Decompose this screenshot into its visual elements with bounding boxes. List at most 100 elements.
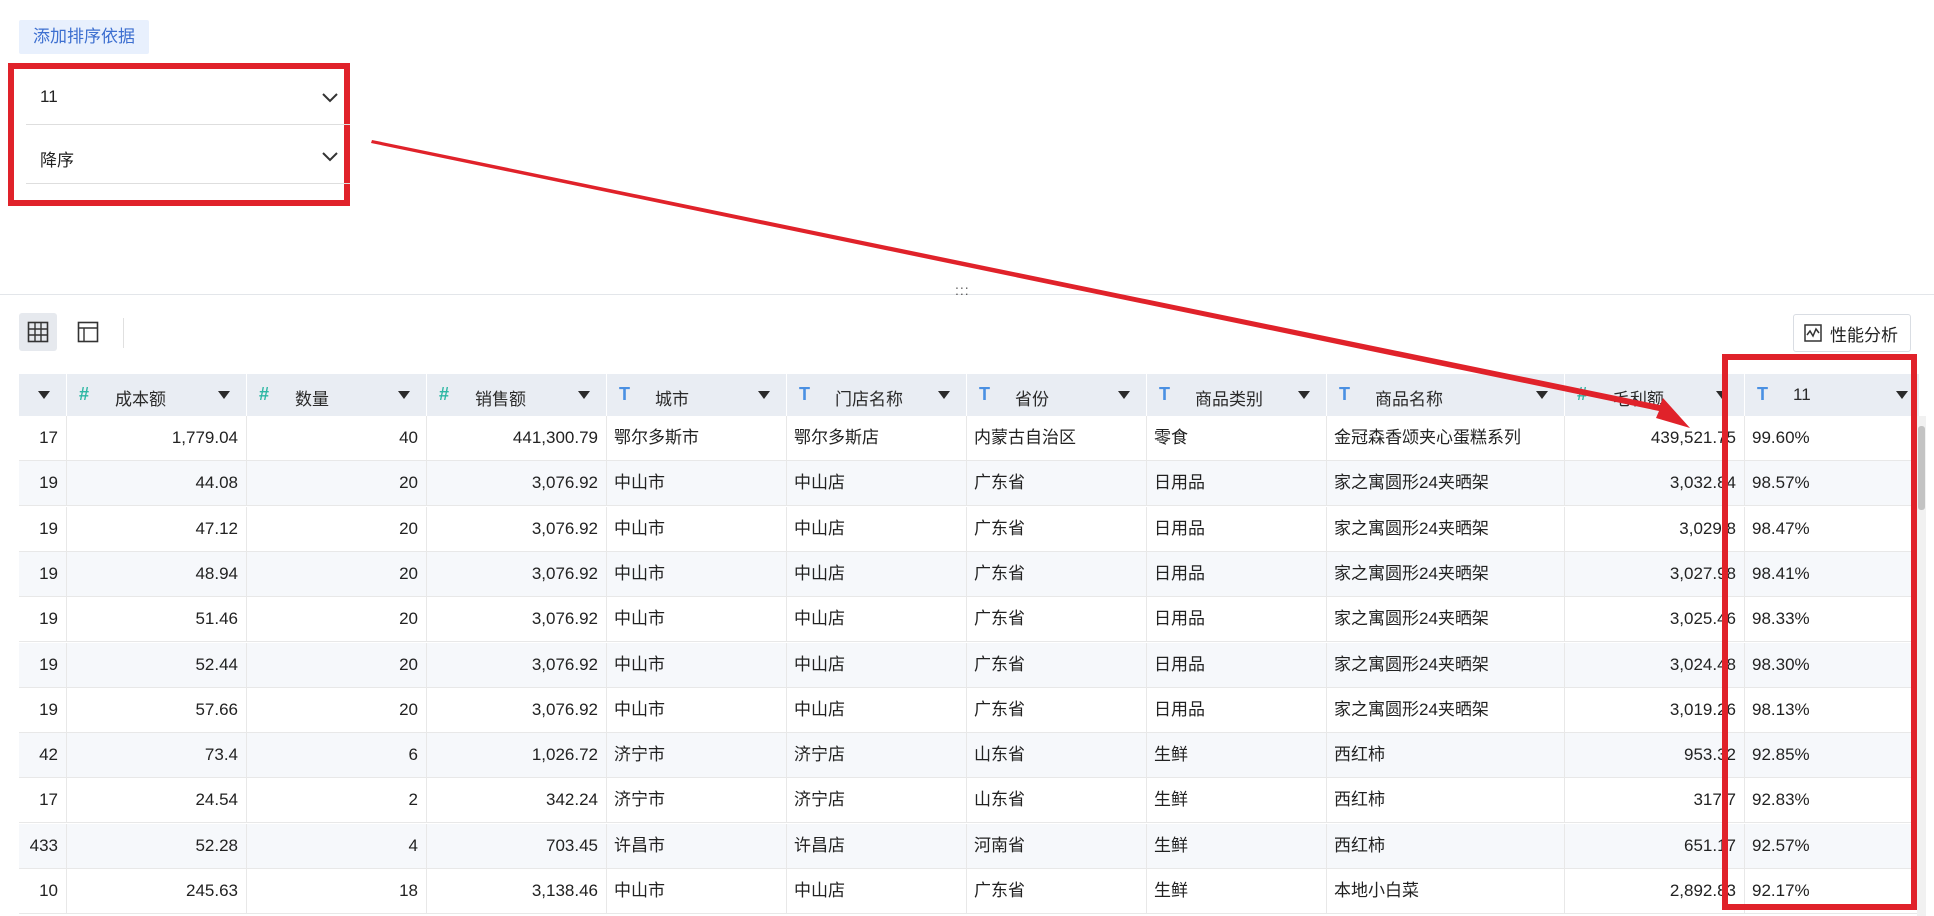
table-cell: 3,019.26 (1565, 687, 1745, 733)
table-header: # 成本额 # 数量 # 销售额 T 城市 T 门店名称 T 省份 T 商品类别 T 商品名称 # 毛利额 T 11 (19, 374, 1925, 416)
sort-field-select[interactable]: 11 (26, 71, 350, 125)
table-cell: 鄂尔多斯市 (607, 416, 787, 461)
table-row[interactable]: 19 48.94 20 3,076.92 中山市 中山店 广东省 日用品 家之寓圆形24夹晒架 3… (19, 551, 1925, 597)
table-row[interactable]: 19 51.46 20 3,076.92 中山市 中山店 广东省 日用品 家之寓圆形24夹晒架 3… (19, 597, 1925, 643)
column-dropdown-icon[interactable] (38, 391, 50, 399)
resize-handle[interactable]: ::: (955, 282, 970, 298)
column-header-col-partial[interactable] (19, 374, 67, 416)
column-header-category[interactable]: T 商品类别 (1147, 374, 1327, 416)
column-dropdown-icon[interactable] (758, 391, 770, 399)
table-cell: 生鲜 (1147, 823, 1327, 869)
table-cell: 中山店 (787, 551, 967, 597)
table-cell: 3,076.92 (427, 461, 607, 507)
table-cell: 本地小白菜 (1327, 869, 1565, 914)
grid-icon (27, 321, 49, 343)
performance-analysis-label: 性能分析 (1830, 325, 1898, 345)
column-dropdown-icon[interactable] (398, 391, 410, 399)
table-row[interactable]: 19 52.44 20 3,076.92 中山市 中山店 广东省 日用品 家之寓圆形24夹晒架 3… (19, 642, 1925, 688)
table-cell: 山东省 (967, 733, 1147, 779)
column-dropdown-icon[interactable] (1716, 391, 1728, 399)
sort-field-value: 11 (40, 87, 58, 106)
table-cell: 17 (19, 416, 67, 461)
table-cell: 广东省 (967, 869, 1147, 914)
table-cell: 10 (19, 869, 67, 914)
table-cell: 3,025.46 (1565, 597, 1745, 643)
column-dropdown-icon[interactable] (1118, 391, 1130, 399)
column-header-product-name[interactable]: T 商品名称 (1327, 374, 1565, 416)
column-header-sales[interactable]: # 销售额 (427, 374, 607, 416)
text-field-icon: T (979, 384, 990, 404)
table-cell: 家之寓圆形24夹晒架 (1327, 461, 1565, 507)
grid-view-button[interactable] (19, 313, 57, 351)
table-row[interactable]: 19 57.66 20 3,076.92 中山市 中山店 广东省 日用品 家之寓圆形24夹晒架 3… (19, 687, 1925, 733)
table-row[interactable]: 19 47.12 20 3,076.92 中山市 中山店 广东省 日用品 家之寓圆形24夹晒架 3… (19, 506, 1925, 552)
table-cell: 中山市 (607, 551, 787, 597)
table-cell: 生鲜 (1147, 733, 1327, 779)
table-cell: 433 (19, 823, 67, 869)
chevron-down-icon (322, 152, 338, 162)
table-cell: 中山市 (607, 506, 787, 552)
column-header-province[interactable]: T 省份 (967, 374, 1147, 416)
table-row[interactable]: 42 73.4 6 1,026.72 济宁市 济宁店 山东省 生鲜 西红柿 953.32 92.85… (19, 733, 1925, 779)
table-cell: 18 (247, 869, 427, 914)
table-row[interactable]: 17 1,779.04 40 441,300.79 鄂尔多斯市 鄂尔多斯店 内蒙古自治区 零食… (19, 416, 1925, 461)
table-cell: 703.45 (427, 823, 607, 869)
table-cell: 44.08 (67, 461, 247, 507)
column-header-city[interactable]: T 城市 (607, 374, 787, 416)
text-field-icon: T (1757, 384, 1768, 404)
table-cell: 广东省 (967, 642, 1147, 688)
table-cell: 6 (247, 733, 427, 779)
table-cell: 西红柿 (1327, 733, 1565, 779)
column-header-label: 省份 (1015, 390, 1049, 409)
sort-config-highlight: 11 降序 (8, 63, 350, 206)
column-header-col-11[interactable]: T 11 (1745, 374, 1925, 416)
text-field-icon: T (1339, 384, 1350, 404)
table-cell: 2,892.83 (1565, 869, 1745, 914)
column-dropdown-icon[interactable] (1536, 391, 1548, 399)
column-header-label: 11 (1793, 385, 1811, 404)
column-header-cost[interactable]: # 成本额 (67, 374, 247, 416)
table-cell: 中山店 (787, 461, 967, 507)
vertical-scrollbar-thumb[interactable] (1918, 426, 1925, 510)
text-field-icon: T (1159, 384, 1170, 404)
table-cell: 家之寓圆形24夹晒架 (1327, 597, 1565, 643)
table-cell: 17 (19, 778, 67, 824)
column-header-gross-profit[interactable]: # 毛利额 (1565, 374, 1745, 416)
table-row[interactable]: 17 24.54 2 342.24 济宁市 济宁店 山东省 生鲜 西红柿 317.7 92.83% (19, 778, 1925, 824)
column-dropdown-icon[interactable] (938, 391, 950, 399)
column-dropdown-icon[interactable] (578, 391, 590, 399)
table-cell: 3,076.92 (427, 506, 607, 552)
table-row[interactable]: 433 52.28 4 703.45 许昌市 许昌店 河南省 生鲜 西红柿 651.17 92.57… (19, 823, 1925, 869)
table-cell: 日用品 (1147, 461, 1327, 507)
table-cell: 20 (247, 597, 427, 643)
table-cell: 92.17% (1745, 869, 1925, 914)
table-cell: 92.57% (1745, 823, 1925, 869)
table-cell: 日用品 (1147, 506, 1327, 552)
performance-analysis-button[interactable]: 性能分析 (1793, 314, 1911, 352)
table-cell: 金冠森香颂夹心蛋糕系列 (1327, 416, 1565, 461)
table-cell: 中山店 (787, 687, 967, 733)
pivot-view-button[interactable] (69, 313, 107, 351)
toolbar-separator (123, 318, 124, 348)
table-cell: 48.94 (67, 551, 247, 597)
column-header-store-name[interactable]: T 门店名称 (787, 374, 967, 416)
table-cell: 日用品 (1147, 597, 1327, 643)
table-row[interactable]: 10 245.63 18 3,138.46 中山市 中山店 广东省 生鲜 本地小白菜 2,892.… (19, 869, 1925, 914)
sort-order-select[interactable]: 降序 (26, 130, 350, 184)
table-cell: 92.83% (1745, 778, 1925, 824)
table-cell: 鄂尔多斯店 (787, 416, 967, 461)
column-dropdown-icon[interactable] (218, 391, 230, 399)
column-header-quantity[interactable]: # 数量 (247, 374, 427, 416)
table-cell: 342.24 (427, 778, 607, 824)
column-dropdown-icon[interactable] (1298, 391, 1310, 399)
number-field-icon: # (1577, 384, 1588, 404)
table-cell: 57.66 (67, 687, 247, 733)
table-cell: 家之寓圆形24夹晒架 (1327, 642, 1565, 688)
table-cell: 47.12 (67, 506, 247, 552)
pivot-table-icon (77, 321, 99, 343)
column-dropdown-icon[interactable] (1896, 391, 1908, 399)
table-cell: 家之寓圆形24夹晒架 (1327, 506, 1565, 552)
table-cell: 中山店 (787, 597, 967, 643)
add-sort-button[interactable]: 添加排序依据 (19, 20, 149, 54)
table-row[interactable]: 19 44.08 20 3,076.92 中山市 中山店 广东省 日用品 家之寓圆形24夹晒架 3… (19, 461, 1925, 507)
